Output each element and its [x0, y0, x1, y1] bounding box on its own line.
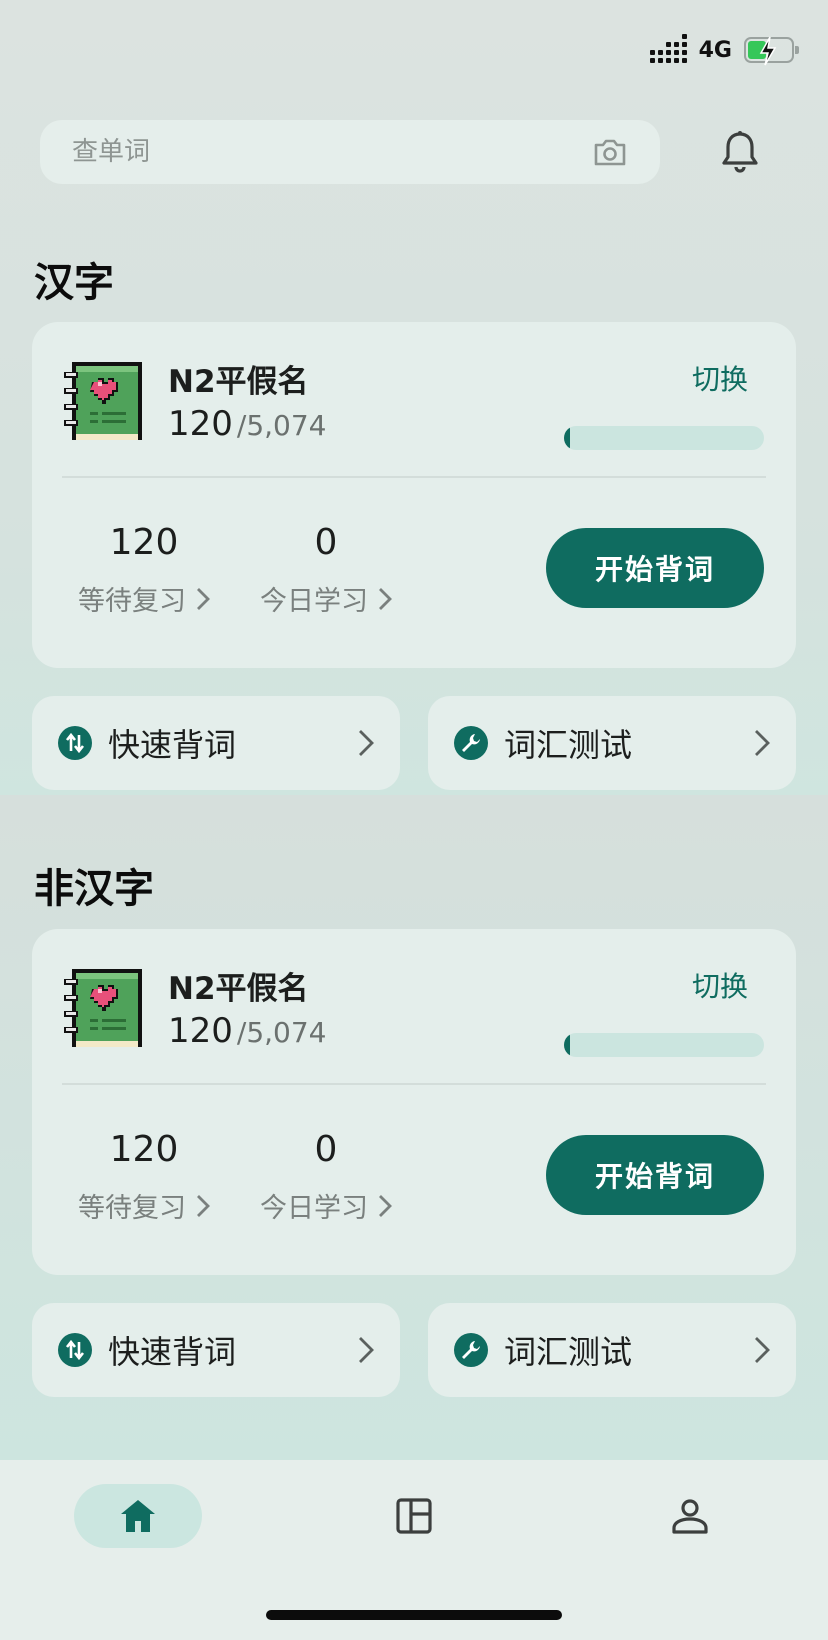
start-study-button[interactable]: 开始背词 [546, 528, 764, 608]
learned-count: 120 [168, 404, 233, 444]
camera-icon[interactable] [592, 134, 628, 170]
today-label: 今日学习 [260, 586, 368, 617]
divider [62, 476, 766, 478]
nav-home[interactable] [74, 1484, 202, 1548]
notebook-heart-icon [62, 967, 144, 1051]
today-count: 0 [314, 522, 338, 563]
stat-today: 0 今日学习 [260, 522, 392, 618]
vocab-test-label: 词汇测试 [504, 1333, 633, 1371]
deck-name: N2平假名 [168, 971, 309, 1007]
review-count: 120 [109, 1129, 179, 1170]
nav-layout[interactable] [382, 1484, 446, 1548]
layout-icon [396, 1498, 432, 1534]
chevron-right-icon [197, 587, 210, 610]
stat-review: 120 等待复习 [78, 1129, 210, 1225]
quick-study-label: 快速背词 [108, 726, 237, 764]
switch-deck-link[interactable]: 切换 [692, 358, 748, 398]
wrench-icon [454, 1333, 488, 1367]
quick-study-button[interactable]: 快速背词 [32, 696, 400, 790]
quick-study-button[interactable]: 快速背词 [32, 1303, 400, 1397]
review-link[interactable]: 等待复习 [78, 1186, 210, 1225]
vocab-test-button[interactable]: 词汇测试 [428, 696, 796, 790]
deck-name: N2平假名 [168, 364, 309, 400]
wrench-icon [454, 726, 488, 760]
bell-icon[interactable] [716, 128, 764, 176]
chevron-right-icon [755, 730, 770, 756]
today-label: 今日学习 [260, 1193, 368, 1224]
deck-card: N2平假名 120 /5,074 切换 120 等待复习 0 今日学习 开始背词 [32, 322, 796, 668]
deck-card: N2平假名 120 /5,074 切换 120 等待复习 0 今日学习 开始背词 [32, 929, 796, 1275]
deck-count: 120 /5,074 [168, 404, 327, 444]
section-title-non-kanji: 非汉字 [34, 866, 154, 912]
home-indicator [266, 1610, 562, 1620]
quick-study-label: 快速背词 [108, 1333, 237, 1371]
notebook-heart-icon [62, 360, 144, 444]
today-link[interactable]: 今日学习 [260, 1186, 392, 1225]
network-type: 4G [698, 37, 732, 63]
review-count: 120 [109, 522, 179, 563]
vocab-test-label: 词汇测试 [504, 726, 633, 764]
deck-progress-bar [564, 426, 764, 450]
stat-today: 0 今日学习 [260, 1129, 392, 1225]
review-label: 等待复习 [78, 1193, 186, 1224]
total-count: /5,074 [236, 1016, 327, 1049]
stat-review: 120 等待复习 [78, 522, 210, 618]
signal-icon [649, 34, 687, 63]
chevron-right-icon [755, 1337, 770, 1363]
today-link[interactable]: 今日学习 [260, 579, 392, 618]
chevron-right-icon [197, 1194, 210, 1217]
nav-profile[interactable] [658, 1484, 722, 1548]
home-icon [121, 1500, 155, 1532]
review-label: 等待复习 [78, 586, 186, 617]
today-count: 0 [314, 1129, 338, 1170]
chevron-right-icon [359, 730, 374, 756]
vocab-test-button[interactable]: 词汇测试 [428, 1303, 796, 1397]
section-title-kanji: 汉字 [34, 260, 114, 306]
swap-vertical-icon [58, 1333, 92, 1367]
switch-deck-link[interactable]: 切换 [692, 965, 748, 1005]
learned-count: 120 [168, 1011, 233, 1051]
review-link[interactable]: 等待复习 [78, 579, 210, 618]
deck-progress-bar [564, 1033, 764, 1057]
chevron-right-icon [379, 587, 392, 610]
start-study-button[interactable]: 开始背词 [546, 1135, 764, 1215]
status-bar: 4G [649, 34, 799, 66]
bottom-nav [0, 1460, 828, 1640]
search-input[interactable] [72, 137, 592, 167]
divider [62, 1083, 766, 1085]
total-count: /5,074 [236, 409, 327, 442]
battery-charging-icon [744, 36, 799, 66]
person-icon [672, 1499, 708, 1534]
swap-vertical-icon [58, 726, 92, 760]
deck-count: 120 /5,074 [168, 1011, 327, 1051]
chevron-right-icon [379, 1194, 392, 1217]
search-bar[interactable] [40, 120, 660, 184]
chevron-right-icon [359, 1337, 374, 1363]
